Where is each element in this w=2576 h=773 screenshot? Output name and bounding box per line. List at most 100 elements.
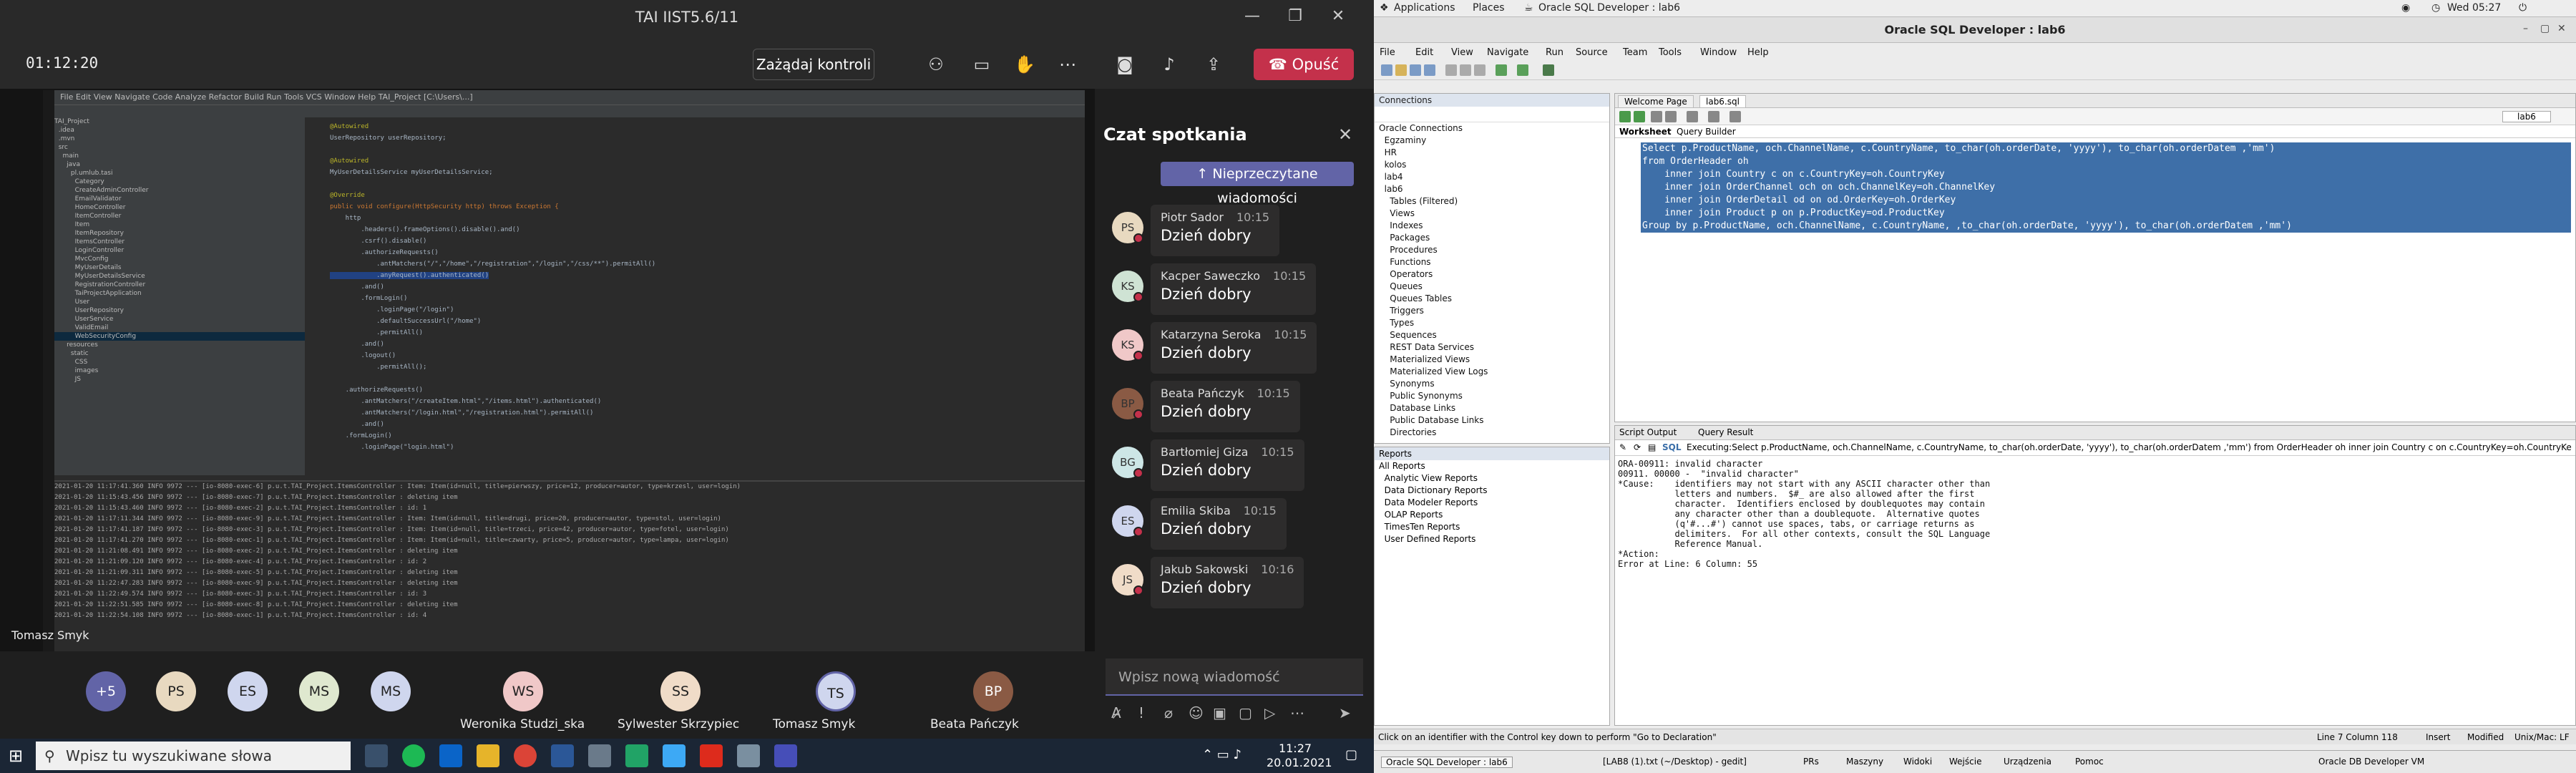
- connection-tree-item[interactable]: Directories: [1375, 427, 1609, 439]
- menu-item[interactable]: Team: [1623, 47, 1647, 58]
- more-compose-icon[interactable]: ⋯: [1290, 704, 1304, 721]
- connection-tree-item[interactable]: Synonyms: [1375, 378, 1609, 390]
- tree-item[interactable]: TaiProjectApplication: [54, 289, 305, 298]
- connection-tree-item[interactable]: Procedures: [1375, 244, 1609, 256]
- menu-item[interactable]: Navigate: [1487, 47, 1528, 58]
- network-icon[interactable]: ◉: [2401, 2, 2410, 14]
- windows-start-icon[interactable]: ⊞: [9, 746, 23, 766]
- forward-icon[interactable]: [1517, 64, 1528, 76]
- autotrace-icon[interactable]: [1708, 111, 1719, 122]
- tree-item[interactable]: LoginController: [54, 246, 305, 255]
- tree-item[interactable]: UserService: [54, 315, 305, 324]
- attach-icon[interactable]: ⌀: [1164, 704, 1173, 721]
- sticker-icon[interactable]: ▢: [1239, 704, 1252, 721]
- refresh-icon[interactable]: ⟳: [1634, 442, 1641, 452]
- maximize-icon[interactable]: ❐: [1274, 7, 1317, 31]
- task-sqldev[interactable]: Oracle SQL Developer : lab6: [1381, 757, 1513, 768]
- chrome-icon[interactable]: [514, 744, 537, 767]
- report-tree-item[interactable]: Data Modeler Reports: [1375, 497, 1609, 509]
- tree-item[interactable]: MvcConfig: [54, 255, 305, 263]
- tree-item[interactable]: HomeController: [54, 203, 305, 212]
- connection-tree-item[interactable]: Egzaminy: [1375, 135, 1609, 147]
- tree-item[interactable]: .idea: [54, 126, 305, 135]
- run-icon[interactable]: [1543, 64, 1554, 76]
- app-icon[interactable]: [625, 744, 648, 767]
- commit-icon[interactable]: [1651, 111, 1662, 122]
- open-icon[interactable]: [1395, 64, 1407, 76]
- tree-item[interactable]: Category: [54, 178, 305, 186]
- chat-icon[interactable]: ▭: [965, 49, 999, 80]
- active-app[interactable]: Oracle SQL Developer : lab6: [1538, 2, 1680, 14]
- connection-tree-item[interactable]: Materialized View Logs: [1375, 366, 1609, 378]
- menu-item[interactable]: Edit: [1415, 47, 1433, 58]
- clear-icon[interactable]: [1729, 111, 1741, 122]
- participant-avatar[interactable]: ES: [228, 671, 268, 711]
- report-tree-item[interactable]: Data Dictionary Reports: [1375, 485, 1609, 497]
- save-all-icon[interactable]: [1424, 64, 1435, 76]
- participant-avatar[interactable]: BP: [973, 671, 1013, 711]
- tree-item[interactable]: ItemRepository: [54, 229, 305, 238]
- minimize-icon[interactable]: –: [2523, 23, 2537, 37]
- menu-item[interactable]: Help: [1747, 47, 1769, 58]
- places-menu[interactable]: Places: [1473, 2, 1505, 14]
- report-tree-item[interactable]: User Defined Reports: [1375, 533, 1609, 545]
- vm-menu-view[interactable]: Widoki: [1903, 757, 1932, 767]
- tree-item[interactable]: CreateAdminController: [54, 186, 305, 195]
- tree-item[interactable]: TAI_Project: [54, 117, 305, 126]
- tree-item[interactable]: ValidEmail: [54, 324, 305, 332]
- power-icon[interactable]: ⏻: [2519, 2, 2527, 14]
- export-icon[interactable]: ▤: [1648, 442, 1656, 452]
- tree-item[interactable]: static: [54, 349, 305, 358]
- connection-tree-item[interactable]: lab4: [1375, 171, 1609, 183]
- connection-select[interactable]: lab6: [2502, 111, 2551, 122]
- connection-tree-item[interactable]: Public Database Links: [1375, 414, 1609, 427]
- vm-menu-devices[interactable]: Urządzenia: [2004, 757, 2051, 767]
- meet-icon[interactable]: ▷: [1264, 704, 1275, 721]
- tree-item[interactable]: pl.umlub.tasi: [54, 169, 305, 178]
- report-tree-item[interactable]: Analytic View Reports: [1375, 472, 1609, 485]
- participant-avatar[interactable]: TS: [816, 671, 856, 711]
- menu-item[interactable]: Tools: [1659, 47, 1682, 58]
- box-icon[interactable]: [588, 744, 611, 767]
- apps-icon[interactable]: ❖: [1380, 2, 1389, 14]
- connection-tree-item[interactable]: HR: [1375, 147, 1609, 159]
- minimize-icon[interactable]: —: [1231, 7, 1274, 31]
- important-icon[interactable]: !: [1138, 704, 1144, 721]
- maximize-icon[interactable]: ▢: [2540, 23, 2555, 37]
- vm-menu-input[interactable]: Wejście: [1949, 757, 1981, 767]
- spotify-icon[interactable]: [402, 744, 425, 767]
- tree-item[interactable]: ItemsController: [54, 238, 305, 246]
- connection-tree-item[interactable]: Queues: [1375, 281, 1609, 293]
- vm-menu-help[interactable]: Pomoc: [2075, 757, 2104, 767]
- connection-tree-item[interactable]: Public Synonyms: [1375, 390, 1609, 402]
- gif-icon[interactable]: ▣: [1213, 704, 1226, 721]
- connection-tree-item[interactable]: Triggers: [1375, 305, 1609, 317]
- tree-item[interactable]: src: [54, 143, 305, 152]
- connection-tree-item[interactable]: lab6: [1375, 183, 1609, 195]
- more-options-icon[interactable]: ⋯: [1050, 49, 1085, 80]
- compose-message-input[interactable]: Wpisz nową wiadomość: [1106, 658, 1363, 696]
- report-tree-item[interactable]: All Reports: [1375, 460, 1609, 472]
- connection-tree-item[interactable]: Packages: [1375, 232, 1609, 244]
- tab-query-result[interactable]: Query Result: [1698, 427, 1753, 437]
- applications-menu[interactable]: Applications: [1394, 2, 1455, 14]
- emoji-icon[interactable]: ☺: [1189, 704, 1204, 721]
- chat-close-icon[interactable]: ✕: [1338, 125, 1352, 145]
- save-icon[interactable]: [1410, 64, 1421, 76]
- camera-off-icon[interactable]: ◙: [1108, 49, 1142, 80]
- request-control-button[interactable]: Zażądaj kontroli: [753, 49, 874, 80]
- connection-tree-item[interactable]: Tables (Filtered): [1375, 195, 1609, 208]
- connection-tree-item[interactable]: Operators: [1375, 268, 1609, 281]
- explorer-icon[interactable]: [477, 744, 499, 767]
- connection-tree-item[interactable]: Queues Tables: [1375, 293, 1609, 305]
- participant-avatar[interactable]: PS: [156, 671, 196, 711]
- connection-tree-item[interactable]: Views: [1375, 208, 1609, 220]
- raise-hand-icon[interactable]: ✋: [1008, 49, 1042, 80]
- tab-script-output[interactable]: Script Output: [1619, 427, 1677, 437]
- unread-messages-button[interactable]: ↑ Nieprzeczytane wiadomości: [1161, 162, 1354, 206]
- sql-label[interactable]: SQL: [1662, 442, 1682, 452]
- gnome-clock[interactable]: Wed 05:27: [2447, 2, 2501, 14]
- task-view-icon[interactable]: [365, 744, 388, 767]
- run-script-icon[interactable]: [1634, 111, 1645, 122]
- task-gedit[interactable]: [LAB8 (1).txt (~/Desktop) - gedit]: [1603, 757, 1747, 767]
